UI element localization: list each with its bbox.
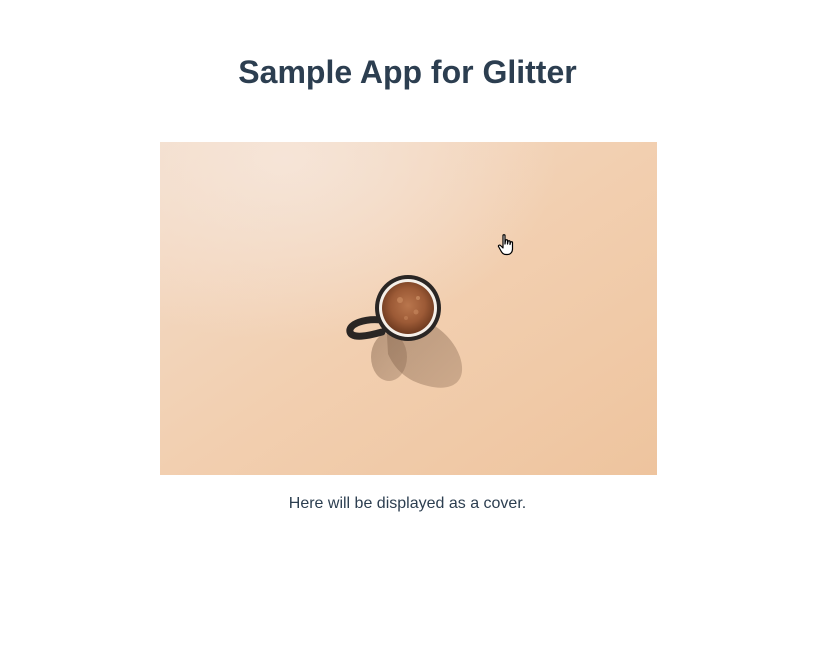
cover-caption: Here will be displayed as a cover. [288,495,527,512]
cover-image[interactable] [160,142,657,475]
coffee-cup-image [160,142,657,475]
page-title: Sample App for Glitter [238,54,577,90]
pointer-hand-icon [497,233,519,257]
app-page: Sample App for Glitter Here will be disp… [0,0,815,647]
